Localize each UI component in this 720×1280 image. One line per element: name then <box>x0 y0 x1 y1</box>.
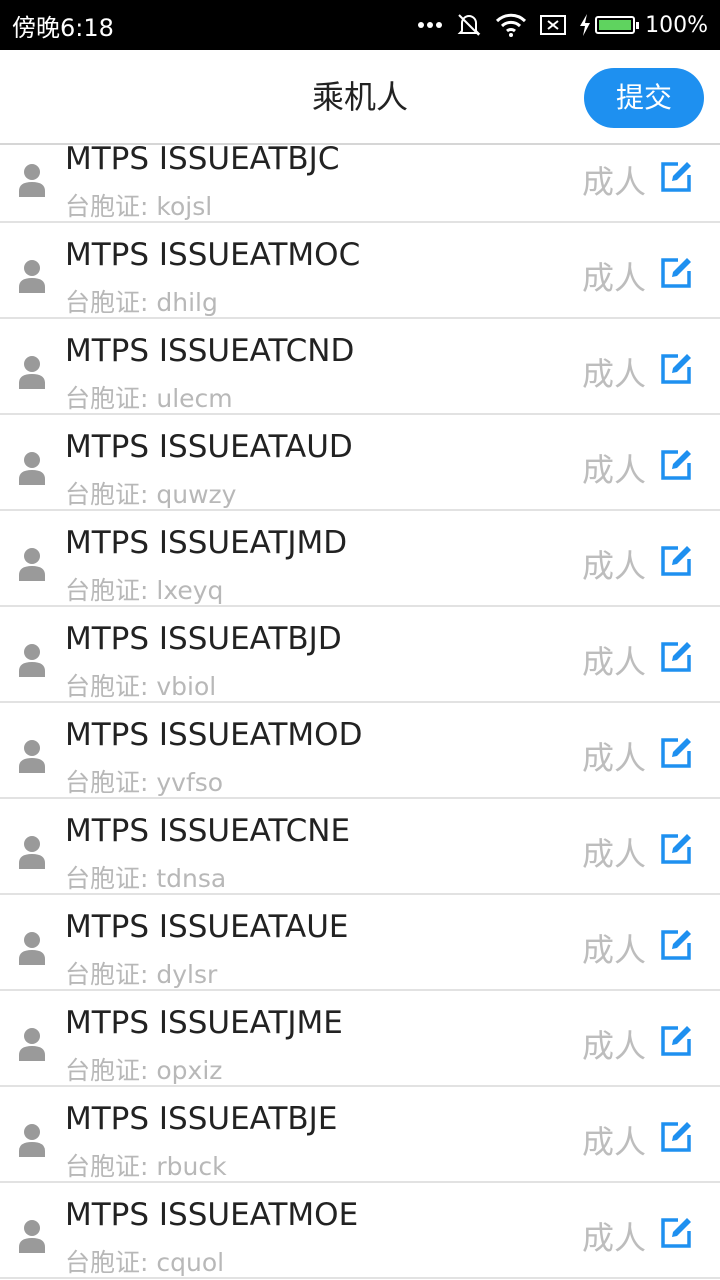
battery-icon <box>595 16 640 34</box>
passenger-type: 成人 <box>581 739 646 777</box>
passenger-row[interactable]: MTPS ISSUEATJMD 台胞证: lxeyq 成人 <box>0 511 720 607</box>
passenger-type: 成人 <box>581 1027 646 1065</box>
passenger-type: 成人 <box>581 355 646 393</box>
mute-bell-icon <box>457 14 481 36</box>
more-dots-icon <box>418 22 443 28</box>
passenger-type: 成人 <box>581 835 646 873</box>
submit-button[interactable]: 提交 <box>584 68 704 128</box>
passenger-type: 成人 <box>581 931 646 969</box>
person-icon <box>19 740 45 773</box>
status-time: 傍晚6:18 <box>12 13 114 42</box>
person-icon <box>19 356 45 389</box>
passenger-name: MTPS ISSUEATAUD <box>65 429 353 465</box>
passenger-type: 成人 <box>581 451 646 489</box>
edit-icon[interactable] <box>658 543 694 579</box>
person-icon <box>19 164 45 197</box>
passenger-row[interactable]: MTPS ISSUEATCND 台胞证: ulecm 成人 <box>0 319 720 415</box>
passenger-document: 台胞证: rbuck <box>65 1152 227 1181</box>
status-bar: 傍晚6:18 100% <box>0 0 720 50</box>
battery-indicator: 100% <box>579 13 708 38</box>
passenger-type: 成人 <box>581 1219 646 1257</box>
edit-icon[interactable] <box>658 351 694 387</box>
passenger-row[interactable]: MTPS ISSUEATMOE 台胞证: cquol 成人 <box>0 1183 720 1279</box>
passenger-row[interactable]: MTPS ISSUEATMOC 台胞证: dhilg 成人 <box>0 223 720 319</box>
passenger-document: 台胞证: dhilg <box>65 288 218 317</box>
edit-icon[interactable] <box>658 1023 694 1059</box>
passenger-row[interactable]: MTPS ISSUEATCNE 台胞证: tdnsa 成人 <box>0 799 720 895</box>
passenger-name: MTPS ISSUEATMOC <box>65 237 361 273</box>
passenger-type: 成人 <box>581 1123 646 1161</box>
person-icon <box>19 452 45 485</box>
battery-percent: 100% <box>645 12 708 38</box>
person-icon <box>19 1028 45 1061</box>
passenger-name: MTPS ISSUEATJMD <box>65 525 348 561</box>
passenger-document: 台胞证: dylsr <box>65 960 218 989</box>
edit-icon[interactable] <box>658 927 694 963</box>
person-icon <box>19 260 45 293</box>
person-icon <box>19 1220 45 1253</box>
passenger-document: 台胞证: cquol <box>65 1248 225 1277</box>
passenger-list[interactable]: MTPS ISSUEATBJC 台胞证: kojsl 成人 MTPS ISSUEATM… <box>0 145 720 1280</box>
passenger-name: MTPS ISSUEATMOD <box>65 717 363 753</box>
header-bar: 乘机人 提交 <box>0 50 720 145</box>
person-icon <box>19 1124 45 1157</box>
passenger-name: MTPS ISSUEATBJD <box>65 621 342 657</box>
passenger-row[interactable]: MTPS ISSUEATAUD 台胞证: quwzy 成人 <box>0 415 720 511</box>
passenger-row[interactable]: MTPS ISSUEATJME 台胞证: opxiz 成人 <box>0 991 720 1087</box>
passenger-type: 成人 <box>581 163 646 201</box>
person-icon <box>19 644 45 677</box>
person-icon <box>19 932 45 965</box>
passenger-name: MTPS ISSUEATBJE <box>65 1101 338 1137</box>
passenger-name: MTPS ISSUEATCND <box>65 333 355 369</box>
passenger-row[interactable]: MTPS ISSUEATBJE 台胞证: rbuck 成人 <box>0 1087 720 1183</box>
passenger-row[interactable]: MTPS ISSUEATMOD 台胞证: yvfso 成人 <box>0 703 720 799</box>
passenger-name: MTPS ISSUEATAUE <box>65 909 349 945</box>
passenger-type: 成人 <box>581 547 646 585</box>
wifi-icon <box>496 13 527 37</box>
passenger-document: 台胞证: yvfso <box>65 768 224 797</box>
passenger-name: MTPS ISSUEATBJC <box>65 145 340 177</box>
edit-icon[interactable] <box>658 1119 694 1155</box>
passenger-document: 台胞证: kojsl <box>65 192 213 221</box>
passenger-row[interactable]: MTPS ISSUEATAUE 台胞证: dylsr 成人 <box>0 895 720 991</box>
edit-icon[interactable] <box>658 831 694 867</box>
edit-icon[interactable] <box>658 447 694 483</box>
no-sim-icon <box>540 15 567 35</box>
passenger-document: 台胞证: lxeyq <box>65 576 224 605</box>
edit-icon[interactable] <box>658 1215 694 1251</box>
edit-icon[interactable] <box>658 159 694 195</box>
passenger-type: 成人 <box>581 259 646 297</box>
passenger-name: MTPS ISSUEATJME <box>65 1005 343 1041</box>
passenger-document: 台胞证: vbiol <box>65 672 217 701</box>
passenger-name: MTPS ISSUEATMOE <box>65 1197 359 1233</box>
passenger-row[interactable]: MTPS ISSUEATBJC 台胞证: kojsl 成人 <box>0 145 720 223</box>
edit-icon[interactable] <box>658 255 694 291</box>
passenger-name: MTPS ISSUEATCNE <box>65 813 351 849</box>
passenger-document: 台胞证: quwzy <box>65 480 237 509</box>
passenger-type: 成人 <box>581 643 646 681</box>
person-icon <box>19 836 45 869</box>
passenger-row[interactable]: MTPS ISSUEATBJD 台胞证: vbiol 成人 <box>0 607 720 703</box>
charging-icon <box>580 14 591 36</box>
person-icon <box>19 548 45 581</box>
passenger-document: 台胞证: opxiz <box>65 1056 223 1085</box>
status-icons: 100% <box>417 11 708 39</box>
passenger-document: 台胞证: ulecm <box>65 384 233 413</box>
passenger-document: 台胞证: tdnsa <box>65 864 227 893</box>
edit-icon[interactable] <box>658 735 694 771</box>
edit-icon[interactable] <box>658 639 694 675</box>
